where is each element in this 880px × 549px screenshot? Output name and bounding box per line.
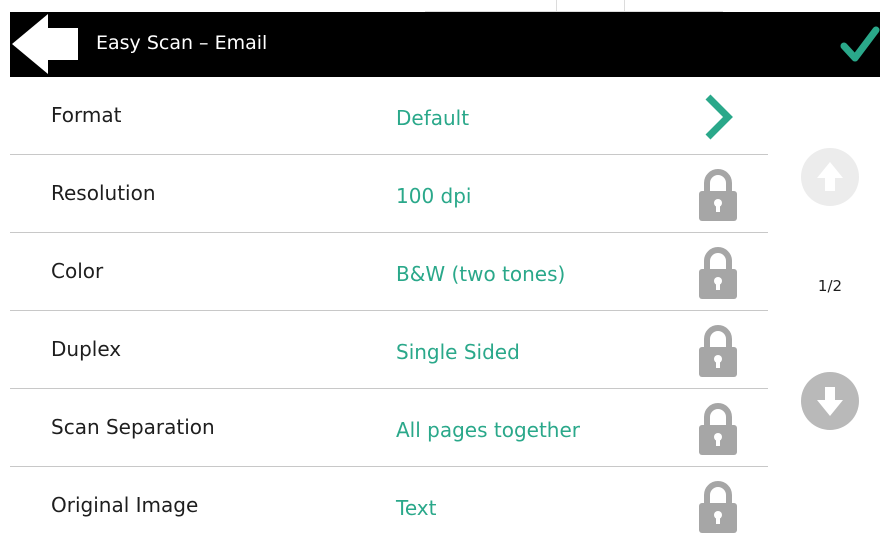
lock-icon bbox=[699, 481, 737, 533]
checkmark-icon bbox=[840, 26, 880, 62]
setting-value: Single Sided bbox=[396, 340, 520, 364]
lock-icon bbox=[699, 403, 737, 455]
setting-row-original-image: Original Image Text bbox=[10, 467, 768, 545]
setting-value: Text bbox=[396, 496, 437, 520]
setting-row-duplex: Duplex Single Sided bbox=[10, 311, 768, 389]
setting-label: Color bbox=[51, 259, 104, 283]
setting-label: Original Image bbox=[51, 493, 199, 517]
setting-label: Duplex bbox=[51, 337, 122, 361]
page-indicator: 1/2 bbox=[817, 277, 843, 295]
setting-row-format[interactable]: Format Default bbox=[10, 77, 768, 155]
lock-icon bbox=[699, 169, 737, 221]
setting-row-scan-separation: Scan Separation All pages together bbox=[10, 389, 768, 467]
chevron-right-icon bbox=[705, 94, 733, 140]
page-up-button bbox=[800, 147, 860, 207]
settings-list: Format Default Resolution 100 dpi Color … bbox=[10, 77, 768, 545]
setting-row-resolution: Resolution 100 dpi bbox=[10, 155, 768, 233]
lock-icon bbox=[699, 247, 737, 299]
setting-value: 100 dpi bbox=[396, 184, 472, 208]
pager: 1/2 bbox=[770, 77, 880, 524]
setting-label: Scan Separation bbox=[51, 415, 215, 439]
page-title: Easy Scan – Email bbox=[96, 32, 268, 54]
setting-value: Default bbox=[396, 106, 470, 130]
arrow-down-icon bbox=[801, 372, 859, 430]
app-header: Easy Scan – Email bbox=[10, 12, 880, 77]
back-button[interactable] bbox=[10, 14, 82, 74]
arrow-up-icon bbox=[801, 148, 859, 206]
setting-value: B&W (two tones) bbox=[396, 262, 566, 286]
page-down-button[interactable] bbox=[800, 371, 860, 431]
setting-label: Format bbox=[51, 103, 122, 127]
setting-label: Resolution bbox=[51, 181, 156, 205]
back-arrow-icon bbox=[12, 14, 78, 74]
setting-value: All pages together bbox=[396, 418, 581, 442]
setting-row-color: Color B&W (two tones) bbox=[10, 233, 768, 311]
confirm-button[interactable] bbox=[840, 24, 880, 66]
lock-icon bbox=[699, 325, 737, 377]
top-tab-strip bbox=[425, 0, 723, 12]
